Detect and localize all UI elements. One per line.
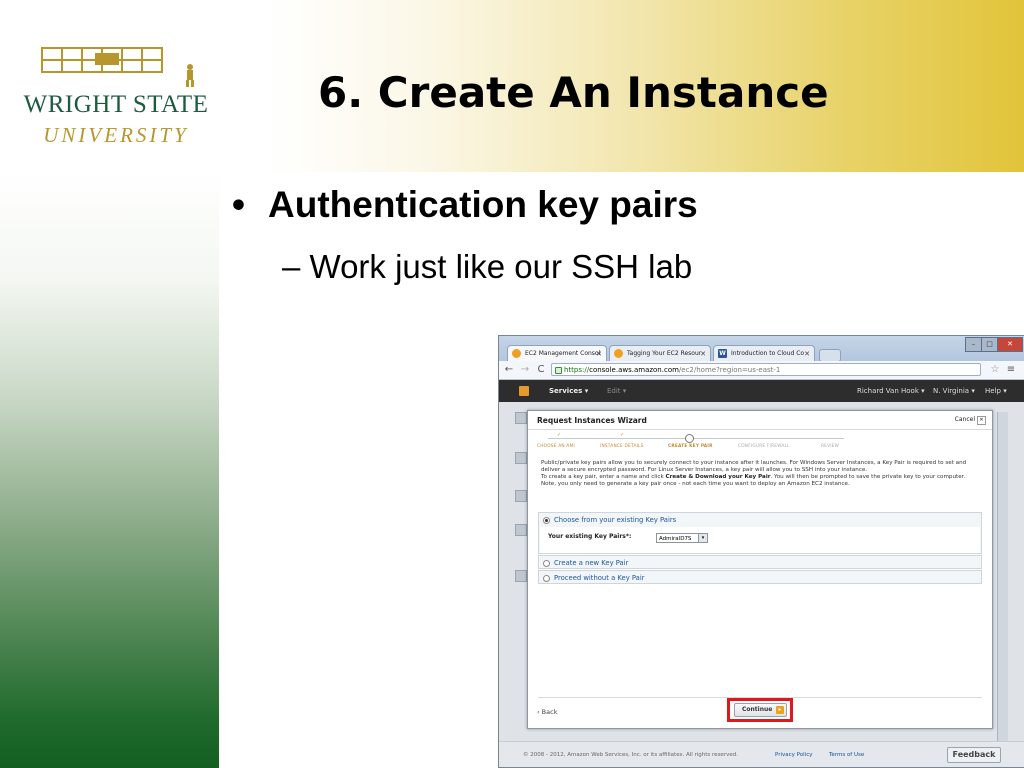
- close-icon[interactable]: ✕: [804, 346, 810, 361]
- cancel-button[interactable]: Cancel ✕: [955, 416, 986, 425]
- wizard-header: Request Instances Wizard Cancel ✕: [528, 411, 992, 430]
- panel-toggle[interactable]: [515, 452, 527, 464]
- browser-window: EC2 Management Consol ✕ Tagging Your EC2…: [498, 335, 1024, 768]
- option-create-new-key-pair: Create a new Key Pair: [538, 555, 982, 569]
- forward-arrow-icon[interactable]: →: [519, 362, 531, 377]
- tab-tagging[interactable]: Tagging Your EC2 Resour ✕: [609, 345, 711, 361]
- edit-menu[interactable]: Edit ▾: [607, 380, 626, 402]
- terms-of-use-link[interactable]: Terms of Use: [829, 752, 864, 758]
- url-scheme: https://: [564, 366, 590, 374]
- address-bar[interactable]: https://console.aws.amazon.com/ec2/home?…: [551, 363, 981, 376]
- user-menu[interactable]: Richard Van Hook ▾: [857, 380, 925, 402]
- radio-existing-key-pairs[interactable]: Choose from your existing Key Pairs: [543, 515, 676, 525]
- tab-label: Tagging Your EC2 Resour: [627, 350, 702, 357]
- aws-cube-icon[interactable]: [519, 386, 529, 396]
- option-existing-key-pairs: Choose from your existing Key Pairs Your…: [538, 512, 982, 554]
- menu-icon[interactable]: ≡: [1005, 362, 1017, 377]
- close-icon[interactable]: ✕: [596, 346, 602, 361]
- bullet-item: • Authentication key pairs: [232, 184, 698, 226]
- aws-favicon-icon: [614, 349, 623, 358]
- panel-toggle[interactable]: [515, 412, 527, 424]
- radio-proceed-without-key-pair[interactable]: Proceed without a Key Pair: [543, 573, 645, 583]
- star-icon[interactable]: ☆: [989, 362, 1001, 377]
- sub-bullet-text: – Work just like our SSH lab: [282, 248, 693, 285]
- url-path: /ec2/home?region=us-east-1: [678, 366, 781, 374]
- step-create-key-pair: CREATE KEY PAIR: [668, 444, 713, 449]
- feedback-button[interactable]: Feedback: [947, 747, 1001, 763]
- step-review: REVIEW: [821, 444, 840, 449]
- left-gradient-band: [0, 172, 219, 768]
- maximize-icon[interactable]: □: [981, 337, 998, 352]
- wizard-title: Request Instances Wizard: [537, 416, 647, 425]
- help-menu[interactable]: Help ▾: [985, 380, 1007, 402]
- arrow-right-icon: ▸: [776, 706, 784, 714]
- aws-console-nav: Services ▾ Edit ▾ Richard Van Hook ▾ N. …: [499, 380, 1024, 402]
- console-footer: © 2008 - 2012, Amazon Web Services, Inc.…: [499, 741, 1024, 767]
- check-icon: ✓: [557, 432, 562, 438]
- request-instances-wizard: Request Instances Wizard Cancel ✕ ✓ ✓ CHO…: [527, 410, 993, 729]
- word-favicon-icon: W: [718, 349, 727, 358]
- close-icon[interactable]: ✕: [700, 346, 706, 361]
- panel-toggle[interactable]: [515, 490, 527, 502]
- wizard-progress-line: [548, 438, 844, 439]
- chevron-down-icon[interactable]: ▾: [698, 534, 707, 542]
- panel-toggle[interactable]: [515, 524, 527, 536]
- aws-favicon-icon: [512, 349, 521, 358]
- reload-icon[interactable]: C: [535, 362, 547, 377]
- services-menu[interactable]: Services ▾: [549, 380, 588, 402]
- url-host: console.aws.amazon.com: [589, 366, 679, 374]
- radio-selected-icon[interactable]: [543, 516, 550, 524]
- key-pair-select[interactable]: AdmiralD7S ▾: [656, 533, 708, 543]
- slide-title: 6. Create An Instance: [318, 68, 829, 117]
- minimize-icon[interactable]: –: [965, 337, 982, 352]
- key-pair-description: Public/private key pairs allow you to se…: [541, 460, 981, 488]
- lock-icon: [555, 367, 562, 374]
- description-paragraph-2: To create a key pair, enter a name and c…: [541, 473, 966, 487]
- logo-line-2: UNIVERSITY: [43, 123, 189, 147]
- copyright-text: © 2008 - 2012, Amazon Web Services, Inc.…: [523, 752, 738, 758]
- radio-unselected-icon[interactable]: [543, 574, 550, 582]
- scrollbar[interactable]: [997, 412, 1008, 742]
- logo-line-1: WRIGHT STATE: [23, 91, 209, 118]
- back-arrow-icon[interactable]: ←: [503, 362, 515, 377]
- close-window-icon[interactable]: ✕: [997, 337, 1023, 352]
- current-step-icon: [685, 434, 694, 443]
- check-icon: ✓: [620, 432, 625, 438]
- collapsed-side-panels: [515, 412, 527, 742]
- radio-create-new-key-pair[interactable]: Create a new Key Pair: [543, 558, 628, 568]
- tab-intro-cloud[interactable]: W Introduction to Cloud Co ✕: [713, 345, 815, 361]
- tab-strip: EC2 Management Consol ✕ Tagging Your EC2…: [499, 336, 1024, 362]
- existing-key-pairs-label: Your existing Key Pairs*:: [548, 533, 632, 540]
- step-choose-ami: CHOOSE AN AMI: [537, 444, 575, 449]
- panel-toggle[interactable]: [515, 570, 527, 582]
- tab-label: EC2 Management Consol: [525, 350, 601, 357]
- existing-key-pairs-panel: Your existing Key Pairs*: AdmiralD7S ▾: [540, 527, 980, 553]
- bullet-text: Authentication key pairs: [268, 184, 698, 225]
- region-menu[interactable]: N. Virginia ▾: [933, 380, 975, 402]
- close-icon[interactable]: ✕: [977, 416, 986, 425]
- tab-ec2-console[interactable]: EC2 Management Consol ✕: [507, 345, 607, 361]
- step-instance-details: INSTANCE DETAILS: [600, 444, 644, 449]
- bullet-marker: •: [232, 184, 245, 225]
- back-link[interactable]: ‹ Back: [537, 708, 557, 716]
- tab-label: Introduction to Cloud Co: [731, 350, 805, 357]
- step-configure-firewall: CONFIGURE FIREWALL: [738, 444, 790, 449]
- radio-unselected-icon[interactable]: [543, 559, 550, 567]
- privacy-policy-link[interactable]: Privacy Policy: [775, 752, 812, 758]
- browser-toolbar: ← → C https://console.aws.amazon.com/ec2…: [499, 361, 1024, 380]
- description-paragraph-1: Public/private key pairs allow you to se…: [541, 460, 967, 473]
- continue-button[interactable]: Continue ▸: [734, 703, 787, 717]
- option-proceed-without-key-pair: Proceed without a Key Pair: [538, 570, 982, 584]
